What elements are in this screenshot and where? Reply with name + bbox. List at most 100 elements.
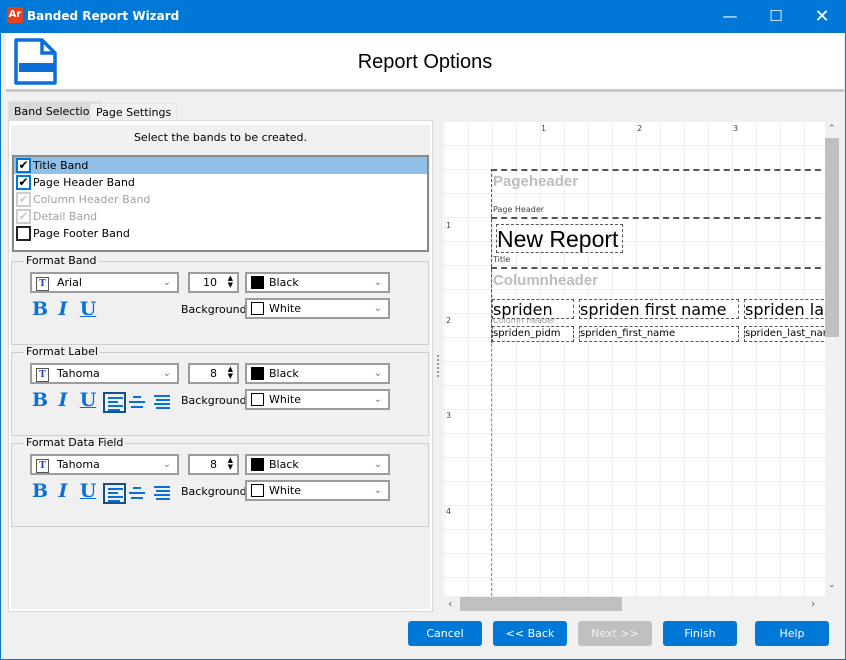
color-swatch [251,302,264,315]
tab-page-settings[interactable]: Page Settings [90,103,178,121]
title-band-label: Title [493,255,511,264]
font-select[interactable]: T Arial ⌄ [30,272,179,293]
align-center-button[interactable] [126,392,149,413]
column-label-control[interactable]: spriden last name [744,299,825,319]
background-color-select[interactable]: White ⌄ [245,298,390,319]
scroll-left-icon[interactable]: ‹ [448,597,452,610]
background-color-select[interactable]: White ⌄ [245,389,390,410]
font-icon: T [36,459,49,473]
checkbox-checked-disabled-icon: ✔ [16,209,31,224]
align-left-button[interactable] [103,483,126,504]
checkbox-checked-disabled-icon: ✔ [16,192,31,207]
color-value: Black [269,458,299,471]
align-left-button[interactable] [103,392,126,413]
data-field-control[interactable]: spriden_last_name [744,326,825,342]
color-value: Black [269,276,299,289]
background-value: White [269,484,301,497]
group-title: Format Label [24,345,100,358]
finish-button[interactable]: Finish [663,621,737,646]
underline-button[interactable]: U [78,298,98,320]
checkbox-unchecked-icon[interactable] [16,226,31,241]
scroll-up-icon[interactable]: ⌃ [828,124,836,134]
report-preview-canvas[interactable]: 1 2 3 1 2 3 4 Pageheader Page Header New… [443,122,825,596]
group-title: Format Band [24,254,99,267]
italic-button[interactable]: I [53,298,73,320]
band-item-page-footer[interactable]: Page Footer Band [14,225,427,242]
ruler-tick: 4 [446,507,452,516]
checkbox-checked-icon[interactable]: ✔ [16,158,31,173]
data-field-control[interactable]: spriden_pidm [492,326,574,342]
font-size-value: 10 [203,276,217,289]
font-icon: T [36,368,49,382]
font-color-select[interactable]: Black ⌄ [245,363,390,384]
title-label-control[interactable]: New Report [496,224,623,253]
minimize-icon[interactable]: — [707,0,753,33]
align-right-button[interactable] [150,483,173,504]
close-icon[interactable]: ✕ [799,0,845,33]
chevron-down-icon: ⌄ [373,394,382,405]
checkbox-checked-icon[interactable]: ✔ [16,175,31,190]
format-data-field-group: Format Data Field T Tahoma ⌄ 8 ▲ ▼ Black ⌄ B … [11,436,429,527]
help-button[interactable]: Help [755,621,829,646]
band-item-page-header[interactable]: ✔ Page Header Band [14,174,427,191]
font-value: Tahoma [57,367,100,380]
tab-band-selection[interactable]: Band Selection [8,101,103,121]
ruler-tick: 2 [637,124,643,133]
background-color-select[interactable]: White ⌄ [245,480,390,501]
band-list[interactable]: ✔ Title Band ✔ Page Header Band ✔ Column He… [12,155,429,252]
chevron-down-icon: ⌄ [162,459,171,470]
background-label: Background [181,303,247,316]
font-size-value: 8 [210,458,217,471]
font-color-select[interactable]: Black ⌄ [245,454,390,475]
underline-button[interactable]: U [78,480,98,502]
font-color-select[interactable]: Black ⌄ [245,272,390,293]
maximize-icon[interactable]: ☐ [753,0,799,33]
italic-button[interactable]: I [53,480,73,502]
vertical-scrollbar[interactable]: ⌃ ⌄ [825,122,839,596]
underline-button[interactable]: U [78,389,98,411]
chevron-down-icon: ⌄ [373,459,382,470]
band-item-column-header: ✔ Column Header Band [14,191,427,208]
font-size-stepper[interactable]: 10 ▲ ▼ [188,272,239,293]
italic-button[interactable]: I [53,389,73,411]
data-field-control[interactable]: spriden_first_name [579,326,739,342]
band-label: Page Footer Band [33,227,130,240]
font-select[interactable]: T Tahoma ⌄ [30,363,179,384]
column-label-control[interactable]: spriden first name [579,299,739,319]
pageheader-caption: Pageheader [493,173,579,190]
cancel-button[interactable]: Cancel [408,621,482,646]
bold-button[interactable]: B [30,480,50,502]
font-size-stepper[interactable]: 8 ▲ ▼ [188,454,239,475]
align-center-button[interactable] [126,483,149,504]
band-item-title[interactable]: ✔ Title Band [14,157,427,174]
font-select[interactable]: T Tahoma ⌄ [30,454,179,475]
column-label-control[interactable]: spriden [492,299,574,319]
instruction-text: Select the bands to be created. [133,131,308,144]
next-button: Next >> [578,621,652,646]
stepper-arrows-icon[interactable]: ▲ ▼ [228,366,233,380]
scroll-down-icon[interactable]: ⌄ [828,580,836,590]
align-right-button[interactable] [150,392,173,413]
color-swatch [251,367,264,380]
horizontal-scrollbar[interactable]: ‹ › [443,596,825,612]
stepper-arrows-icon[interactable]: ▲ ▼ [228,275,233,289]
splitter-handle[interactable] [437,355,439,377]
back-button[interactable]: << Back [493,621,567,646]
horizontal-scroll-thumb[interactable] [460,597,622,611]
ruler-tick: 3 [446,411,452,420]
ruler-tick: 3 [733,124,739,133]
columnheader-caption: Columnheader [493,272,599,289]
color-swatch [251,276,264,289]
bold-button[interactable]: B [30,298,50,320]
background-value: White [269,393,301,406]
stepper-arrows-icon[interactable]: ▲ ▼ [228,457,233,471]
font-size-stepper[interactable]: 8 ▲ ▼ [188,363,239,384]
bold-button[interactable]: B [30,389,50,411]
chevron-down-icon: ⌄ [373,485,382,496]
scroll-right-icon[interactable]: › [811,597,815,610]
vertical-scroll-thumb[interactable] [825,138,839,337]
color-swatch [251,458,264,471]
chevron-down-icon: ⌄ [162,368,171,379]
pageheader-label: Page Header [493,205,545,214]
background-label: Background [181,485,247,498]
